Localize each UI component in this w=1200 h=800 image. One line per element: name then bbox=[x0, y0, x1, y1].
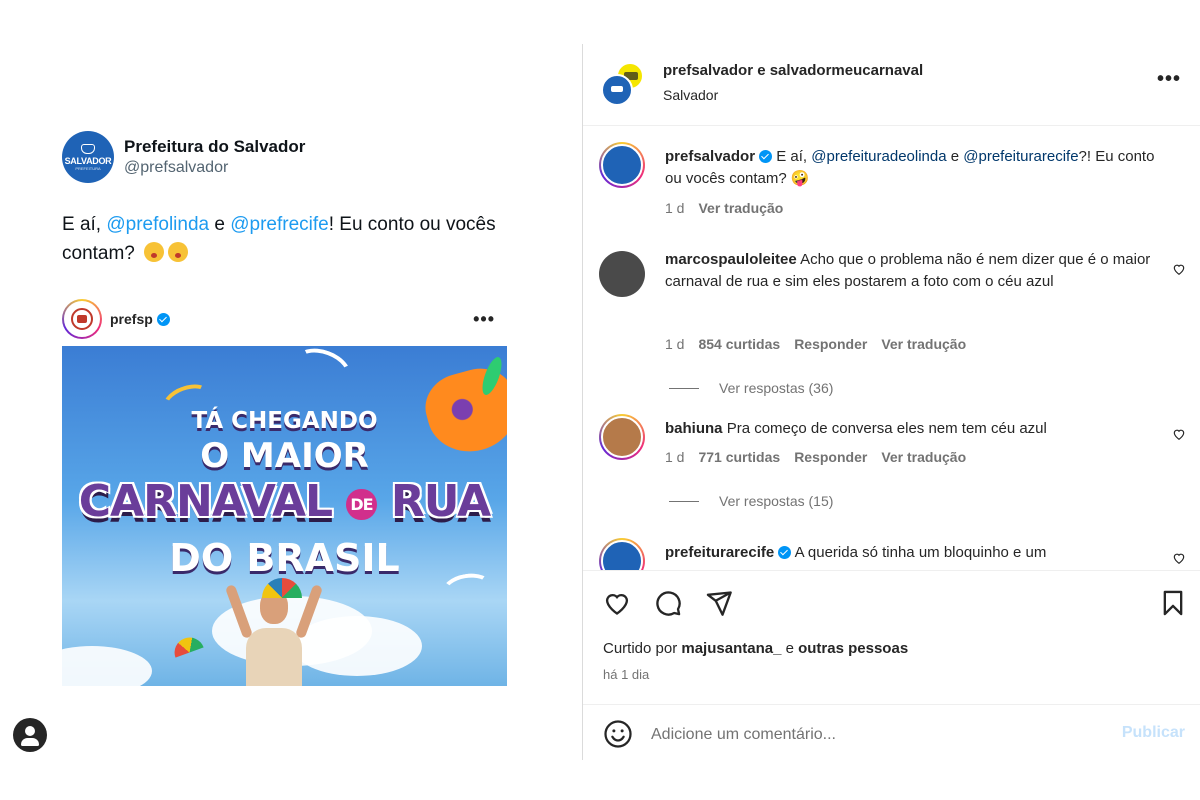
liked-by-user[interactable]: majusantana_ bbox=[681, 640, 781, 657]
comment-age[interactable]: 1 d bbox=[665, 449, 684, 465]
instagram-post-panel: prefsalvador e salvadormeucarnaval Salva… bbox=[582, 44, 1200, 760]
comment-avatar[interactable] bbox=[599, 142, 645, 188]
share-send-icon[interactable] bbox=[705, 589, 733, 617]
add-comment-row: Publicar bbox=[583, 704, 1200, 760]
reveler-figure bbox=[224, 583, 324, 686]
list-item: marcospauloleitee Acho que o problema nã… bbox=[583, 245, 1200, 405]
publish-button[interactable]: Publicar bbox=[1122, 724, 1185, 742]
like-comment-heart-icon[interactable] bbox=[1172, 427, 1186, 441]
tweet-embed: SALVADOR PREFEITURA Prefeitura do Salvad… bbox=[0, 0, 582, 800]
profile-avatar-icon[interactable] bbox=[13, 718, 47, 752]
comment-avatar[interactable] bbox=[599, 251, 645, 297]
translate-button[interactable]: Ver tradução bbox=[881, 336, 966, 352]
collab-avatars[interactable] bbox=[601, 62, 647, 108]
embed-username[interactable]: prefsp bbox=[110, 311, 170, 327]
shushing-emoji-icon bbox=[144, 242, 165, 262]
comment-age[interactable]: 1 d bbox=[665, 336, 684, 352]
tweet-author-handle[interactable]: @prefsalvador bbox=[124, 159, 305, 177]
comment-text: prefsalvador E aí, @prefeituradeolinda e… bbox=[665, 148, 1155, 187]
like-heart-icon[interactable] bbox=[603, 589, 631, 617]
poster-line-1: TÁ CHEGANDO bbox=[191, 408, 378, 434]
mention-prefrecife[interactable]: @prefrecife bbox=[230, 214, 329, 235]
tweet-author-name[interactable]: Prefeitura do Salvador bbox=[124, 137, 305, 157]
comment-meta: 1 d 854 curtidas Responder Ver tradução bbox=[665, 336, 980, 352]
comment-age[interactable]: 1 d bbox=[665, 200, 684, 216]
comment-username[interactable]: prefeiturarecife bbox=[665, 544, 774, 561]
reply-button[interactable]: Responder bbox=[794, 449, 867, 465]
comment-text: prefeiturarecife A querida só tinha um b… bbox=[665, 544, 1047, 561]
comment-text: bahiuna Pra começo de conversa eles nem … bbox=[665, 420, 1047, 437]
comment-avatar[interactable] bbox=[599, 538, 645, 570]
liked-by-others[interactable]: outras pessoas bbox=[798, 640, 908, 657]
translate-button[interactable]: Ver tradução bbox=[698, 200, 783, 216]
mention-prefolinda[interactable]: @prefolinda bbox=[106, 214, 209, 235]
post-header: prefsalvador e salvadormeucarnaval Salva… bbox=[583, 44, 1200, 126]
comment-username[interactable]: marcospauloleitee bbox=[665, 251, 797, 268]
comment-avatar[interactable] bbox=[599, 414, 645, 460]
post-location[interactable]: Salvador bbox=[663, 87, 923, 103]
verified-icon bbox=[156, 313, 170, 326]
likes-count[interactable]: 771 curtidas bbox=[698, 449, 780, 465]
tweet-text-part: E aí, bbox=[62, 214, 107, 235]
like-comment-heart-icon[interactable] bbox=[1172, 551, 1186, 565]
verified-icon bbox=[759, 150, 773, 163]
frevo-umbrella-icon bbox=[170, 633, 204, 658]
save-bookmark-icon[interactable] bbox=[1159, 589, 1187, 617]
view-replies-button[interactable]: Ver respostas (15) bbox=[669, 493, 833, 509]
prefsp-avatar[interactable] bbox=[62, 299, 102, 339]
laughing-emoji-icon bbox=[168, 242, 189, 262]
mention-link[interactable]: @prefeiturarecife bbox=[963, 148, 1078, 165]
comment-text: marcospauloleitee Acho que o problema nã… bbox=[665, 251, 1151, 290]
tweet-text: E aí, @prefolinda e @prefrecife! Eu cont… bbox=[62, 210, 522, 268]
comments-list[interactable]: prefsalvador E aí, @prefeituradeolinda e… bbox=[583, 127, 1200, 570]
comment-meta: 1 d 771 curtidas Responder Ver tradução bbox=[665, 449, 980, 465]
carnival-poster-image: TÁ CHEGANDO O MAIOR CARNAVAL DE RUA DO B… bbox=[62, 346, 507, 686]
poster-line-4: DO BRASIL bbox=[169, 536, 400, 580]
mention-link[interactable]: @prefeituradeolinda bbox=[811, 148, 946, 165]
like-comment-heart-icon[interactable] bbox=[1172, 262, 1186, 276]
prefsalvador-avatar[interactable]: SALVADOR PREFEITURA bbox=[62, 131, 114, 183]
list-item: prefeiturarecife A querida só tinha um b… bbox=[583, 538, 1200, 570]
post-timestamp[interactable]: há 1 dia bbox=[603, 667, 649, 682]
sao-paulo-crest-icon bbox=[71, 308, 93, 330]
post-actions-bar bbox=[583, 570, 1200, 632]
comment-username[interactable]: bahiuna bbox=[665, 420, 723, 437]
logo-subtitle: PREFEITURA bbox=[75, 165, 101, 171]
translate-button[interactable]: Ver tradução bbox=[881, 449, 966, 465]
poster-line-3: CARNAVAL DE RUA bbox=[78, 476, 491, 527]
prefsalvador-avatar[interactable] bbox=[601, 74, 633, 106]
logo-wordmark: SALVADOR bbox=[64, 155, 112, 166]
likes-count[interactable]: 854 curtidas bbox=[698, 336, 780, 352]
instagram-embed-header: prefsp ••• bbox=[62, 296, 507, 342]
more-options-icon[interactable]: ••• bbox=[473, 309, 495, 330]
liked-by-text: Curtido por majusantana_ e outras pessoa… bbox=[603, 640, 909, 657]
list-item: prefsalvador E aí, @prefeituradeolinda e… bbox=[583, 142, 1200, 232]
comment-input[interactable] bbox=[651, 723, 1101, 747]
emoji-smile-icon[interactable] bbox=[603, 719, 633, 749]
post-authors[interactable]: prefsalvador e salvadormeucarnaval bbox=[663, 62, 923, 79]
tweet-header: SALVADOR PREFEITURA Prefeitura do Salvad… bbox=[62, 131, 305, 183]
view-replies-button[interactable]: Ver respostas (36) bbox=[669, 380, 833, 396]
poster-line-2: O MAIOR bbox=[200, 436, 369, 476]
verified-icon bbox=[778, 546, 792, 559]
comment-meta: 1 d Ver tradução bbox=[665, 200, 797, 216]
list-item: bahiuna Pra começo de conversa eles nem … bbox=[583, 414, 1200, 524]
crest-icon bbox=[81, 143, 95, 154]
tweet-text-part: e bbox=[209, 214, 231, 235]
reply-button[interactable]: Responder bbox=[794, 336, 867, 352]
frevo-umbrella-icon bbox=[262, 578, 302, 598]
comment-username[interactable]: prefsalvador bbox=[665, 148, 755, 165]
comment-bubble-icon[interactable] bbox=[654, 589, 682, 617]
more-options-icon[interactable]: ••• bbox=[1157, 68, 1181, 91]
